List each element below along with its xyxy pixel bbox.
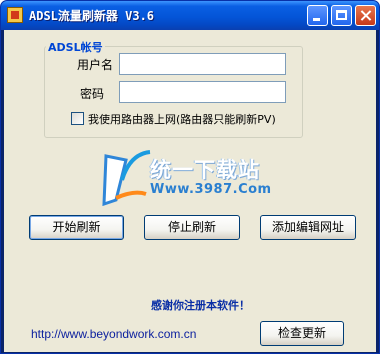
app-icon[interactable]: [7, 7, 23, 23]
logo-url: Www.3987.Com: [150, 182, 272, 197]
thanks-message: 感谢你注册本软件！: [151, 299, 250, 312]
maximize-button[interactable]: [331, 5, 352, 26]
check-update-button[interactable]: 检查更新: [260, 321, 344, 346]
start-refresh-button[interactable]: 开始刷新: [29, 215, 124, 240]
password-label: 密码: [80, 87, 105, 101]
group-label: ADSL帐号: [46, 39, 105, 55]
site-logo: 统一下载站 Www.3987.Com: [100, 148, 300, 208]
client-area: ADSL帐号 用户名 密码 我使用路由器上网(路由器只能刷新PV) 统一下载站 …: [4, 30, 376, 352]
router-checkbox[interactable]: [71, 112, 84, 125]
username-field[interactable]: [119, 53, 286, 75]
logo-icon: [102, 150, 151, 206]
stop-refresh-button[interactable]: 停止刷新: [144, 215, 240, 240]
app-window: ADSL流量刷新器 V3.6 ADSL帐号 用户名 密码 我使用路由器上网(路由…: [0, 0, 380, 354]
logo-title: 统一下载站: [150, 158, 260, 182]
password-field[interactable]: [119, 81, 286, 103]
window-title: ADSL流量刷新器 V3.6: [29, 9, 155, 23]
website-link[interactable]: http://www.beyondwork.com.cn: [31, 327, 196, 341]
router-checkbox-label[interactable]: 我使用路由器上网(路由器只能刷新PV): [88, 111, 276, 127]
add-edit-url-button[interactable]: 添加编辑网址: [260, 215, 356, 240]
username-label: 用户名: [77, 58, 114, 72]
minimize-button[interactable]: [307, 5, 328, 26]
title-bar[interactable]: ADSL流量刷新器 V3.6: [1, 1, 379, 30]
close-button[interactable]: [355, 5, 376, 26]
